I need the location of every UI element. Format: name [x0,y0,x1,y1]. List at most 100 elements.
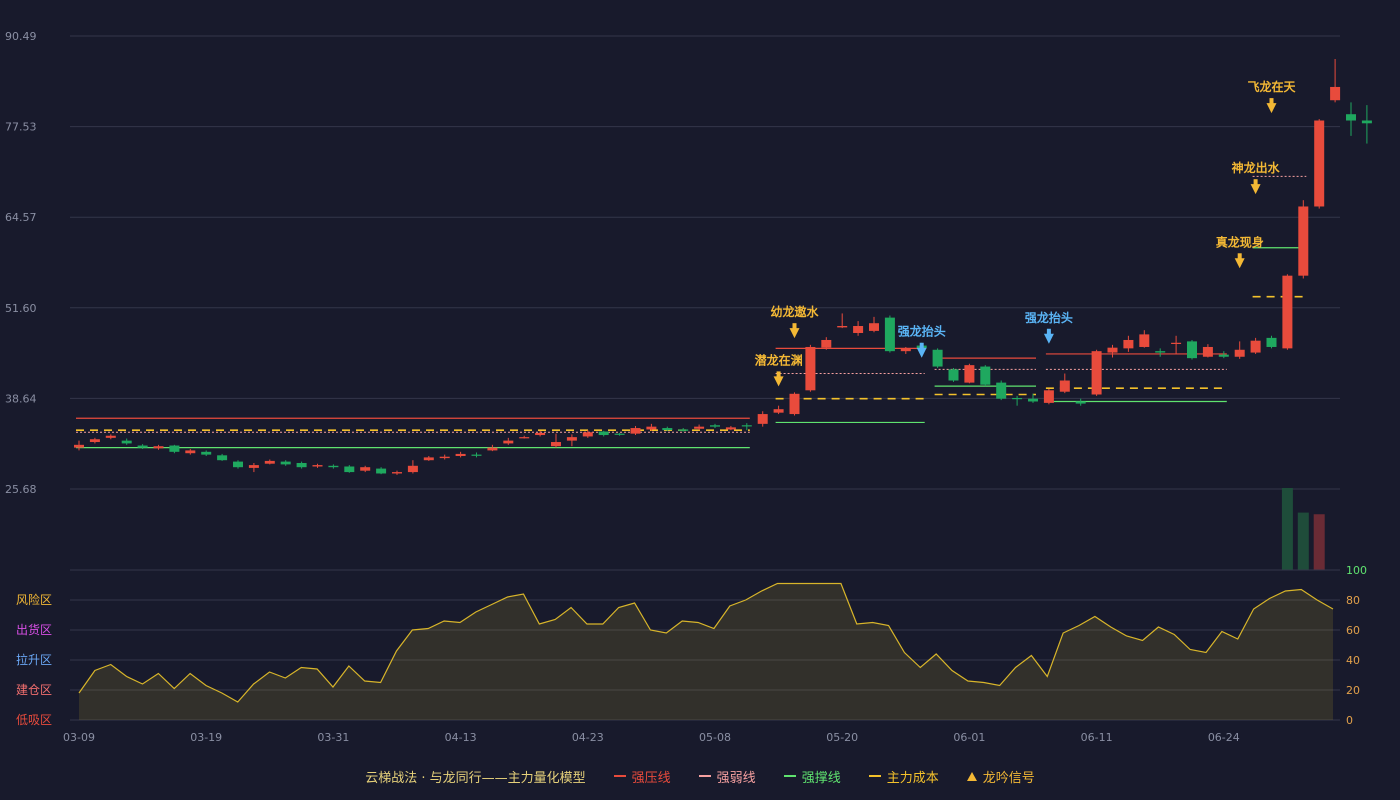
signal-arrow [1250,184,1261,195]
price-tick-label: 90.49 [5,30,37,43]
indicator-tick-label: 80 [1346,594,1360,607]
candle-body [439,456,450,459]
indicator-panel: 100 80 60 40 20 0 风险区出货区拉升区建仓区低吸区 [16,564,1367,727]
signal-arrow [1043,333,1054,344]
indicator-zone-label: 建仓区 [16,683,52,697]
price-tick-label: 25.68 [5,483,37,496]
legend-item-pressure: 强压线 [613,767,671,786]
legend-label: 主力成本 [886,770,939,786]
signal-label: 潜龙在渊 [755,352,803,367]
signal-arrow [1234,258,1245,269]
candle-body [694,426,705,429]
candle-body [1043,390,1054,403]
candle-body [1155,351,1166,353]
signal-arrow [773,376,784,387]
legend-item-support: 强撑线 [783,767,841,786]
candle-body [884,317,895,352]
indicator-tick-label: 20 [1346,684,1360,697]
indicator-tick-label: 40 [1346,654,1360,667]
candle-body [105,435,116,438]
candle-body [423,457,434,461]
candle-body [1123,339,1134,349]
candle-body [487,447,498,451]
signal-arrow [1266,103,1277,114]
candle-body [344,466,355,473]
volume-bar [1281,488,1293,570]
candle-body [1218,354,1229,357]
candle-body [566,437,577,441]
candle-body [1346,114,1356,121]
signal-label: 幼龙遨水 [770,304,819,319]
candle-body [932,349,943,367]
candle-body [900,348,911,352]
candle-body [980,366,991,385]
candle-body [455,453,466,457]
signal-arrow-shaft [792,323,797,330]
indicator-zone-label: 出货区 [16,622,52,637]
legend-item-cost: 主力成本 [868,767,939,786]
indicator-zone-label: 低吸区 [16,713,52,727]
candle-body [1028,398,1038,402]
candle-body [710,425,720,427]
candle-body [1282,275,1293,349]
candle-body [1187,341,1197,359]
candle-body [662,428,673,431]
signal-arrow [916,347,927,358]
candle-body [1250,340,1261,353]
candle-body [614,433,625,435]
signal-arrow-shaft [919,342,924,349]
candle-body [1266,337,1277,347]
candle-body [582,432,593,437]
indicator-tick-label: 100 [1346,564,1367,577]
signal-arrow-shaft [1237,253,1242,260]
candle-body [853,326,864,333]
candle-body [328,465,339,468]
price-grid [70,35,1340,490]
candle-body [312,465,323,467]
signal-markers: 潜龙在渊幼龙遨水强龙抬头强龙抬头真龙现身神龙出水飞龙在天 [755,79,1296,387]
signal-arrow-shaft [776,371,781,378]
candle-body [248,465,259,468]
candle-body [471,454,482,456]
date-tick-label: 05-08 [699,731,731,744]
volume-bar [1297,512,1309,570]
price-tick-label: 38.64 [5,392,37,405]
legend-label: 强压线 [631,770,671,786]
date-tick-label: 03-19 [190,731,222,744]
candle-body [1361,120,1372,124]
candle-body [201,451,212,455]
signal-label: 飞龙在天 [1247,79,1296,94]
indicator-tick-label: 60 [1346,624,1360,637]
date-tick-label: 06-01 [953,731,985,744]
candle-body [137,445,148,448]
candle-body [1298,206,1309,276]
candle-body [1330,86,1341,101]
candle-body [741,425,752,427]
legend-title: 云梯战法 · 与龙同行——主力量化模型 [365,770,586,786]
legend-label: 强撑线 [801,770,841,786]
date-tick-label: 05-20 [826,731,858,744]
candle-body [1171,342,1182,344]
candle-body [535,432,546,436]
candle-body [360,467,371,471]
candle-body [789,393,800,415]
candle-body [153,446,164,449]
candle-body [646,426,657,430]
date-tick-label: 04-13 [445,731,477,744]
candle-body [519,437,530,439]
candle-body [1107,347,1118,353]
candle-body [280,461,291,465]
volume-bar [1313,514,1325,570]
candles [74,58,1372,475]
candle-body [1012,397,1023,400]
signal-label: 真龙现身 [1216,234,1264,249]
signal-arrow-shaft [1046,328,1051,335]
date-tick-label: 06-11 [1081,731,1113,744]
candle-body [503,440,514,444]
candle-body [551,442,561,447]
candle-body [964,365,975,383]
candle-body [407,465,418,473]
candle-body [1075,401,1086,404]
candle-body [392,472,402,474]
candle-body [233,461,243,468]
